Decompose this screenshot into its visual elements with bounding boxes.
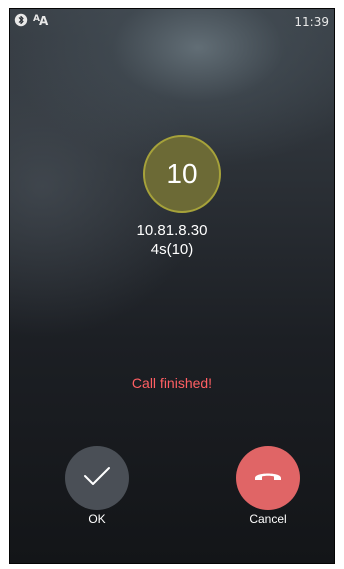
caller-avatar: 10 xyxy=(143,135,221,213)
status-time: 11:39 xyxy=(294,15,329,29)
remote-address: 10.81.8.30 xyxy=(136,222,208,239)
hangup-icon xyxy=(253,468,283,488)
phone-screen: AA 11:39 10 10.81.8.30 4s(10) Call finis… xyxy=(9,8,335,564)
ok-label: OK xyxy=(88,512,106,526)
bluetooth-icon xyxy=(14,13,28,27)
cancel-button[interactable] xyxy=(236,446,300,510)
avatar-label: 10 xyxy=(166,158,198,189)
call-status-text: Call finished! xyxy=(131,375,213,391)
call-duration: 4s(10) xyxy=(150,241,194,258)
cancel-label: Cancel xyxy=(249,512,287,526)
checkmark-icon xyxy=(82,464,112,492)
ok-button[interactable] xyxy=(65,446,129,510)
font-size-icon: AA xyxy=(33,14,48,28)
status-bar: AA 11:39 xyxy=(10,9,334,33)
